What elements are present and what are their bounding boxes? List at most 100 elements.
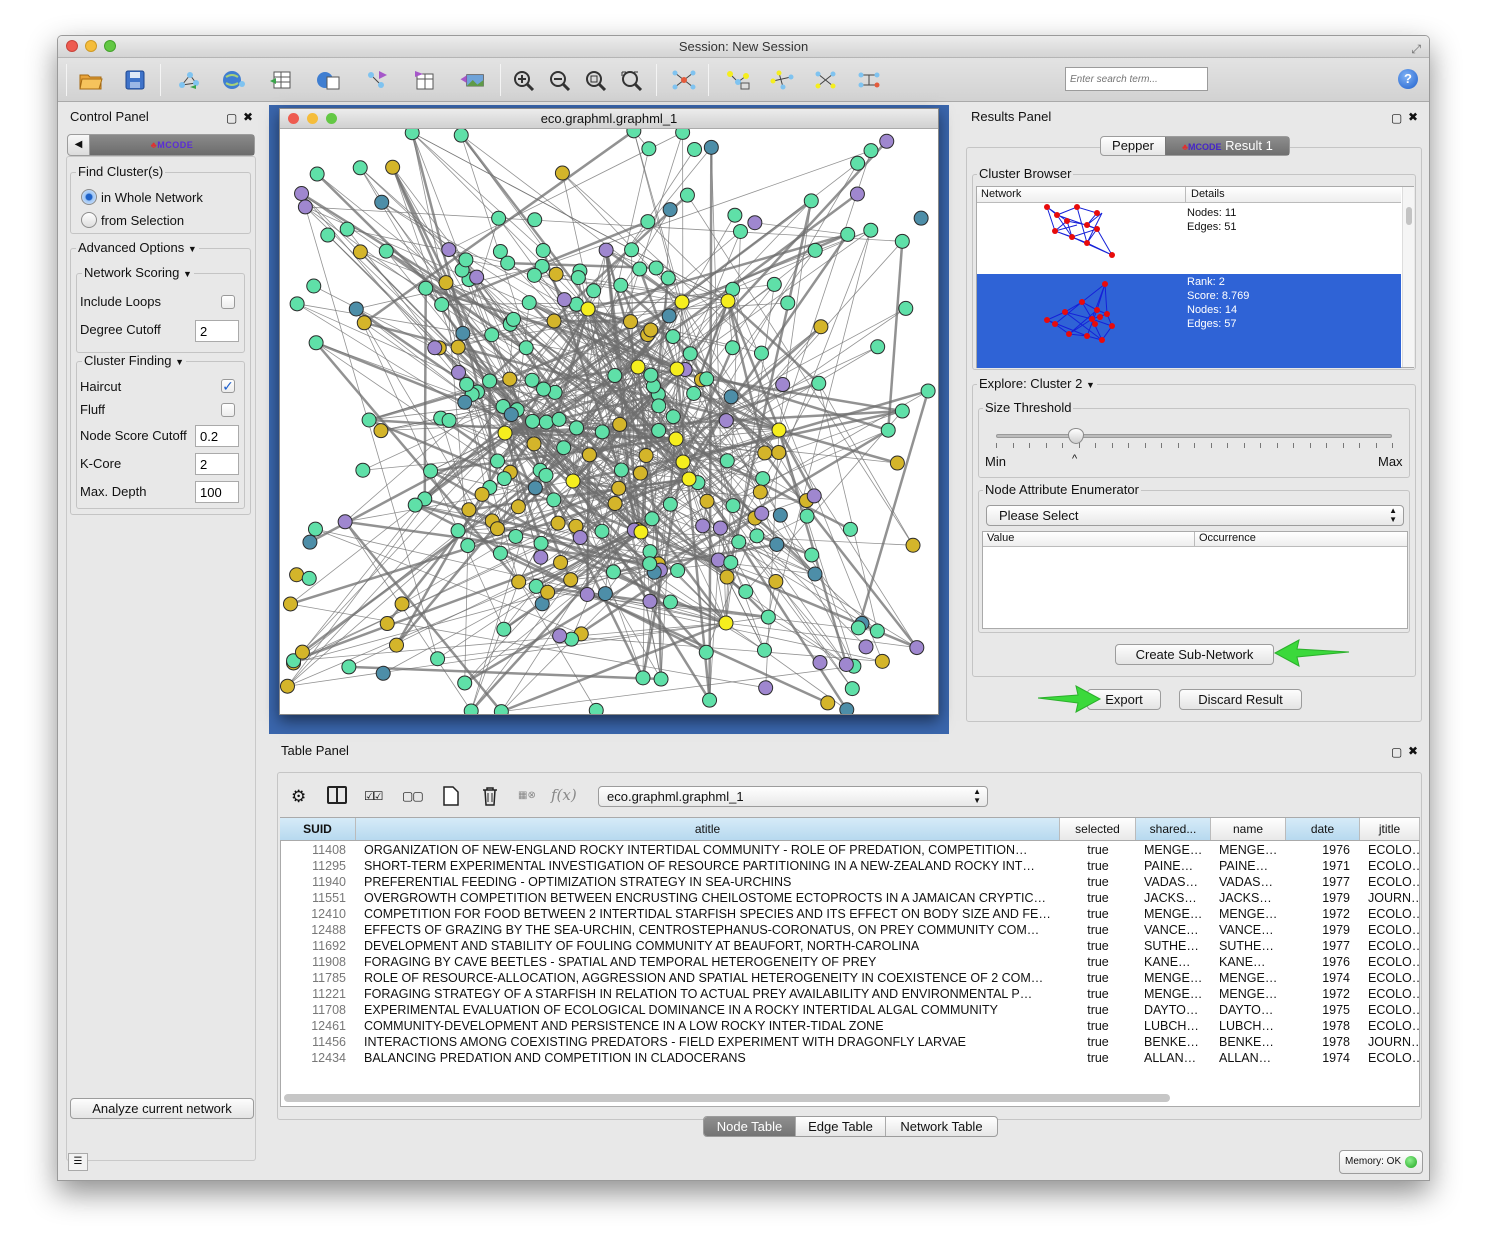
size-threshold-slider-track[interactable] <box>996 434 1392 438</box>
tab-network-table[interactable]: Network Table <box>885 1117 997 1136</box>
network-node[interactable] <box>612 416 628 432</box>
network-node[interactable] <box>533 535 549 551</box>
network-node[interactable] <box>863 143 879 159</box>
network-node[interactable] <box>806 488 822 504</box>
control-panel-float-icon[interactable]: ▢ <box>226 112 237 124</box>
network-node[interactable] <box>849 186 865 202</box>
network-node[interactable] <box>301 570 317 586</box>
network-node[interactable] <box>297 199 313 215</box>
close-window-icon[interactable] <box>66 40 78 52</box>
network-node[interactable] <box>850 620 866 636</box>
network-node[interactable] <box>695 518 711 534</box>
k-core-field[interactable] <box>195 453 239 475</box>
table-panel-float-icon[interactable]: ▢ <box>1391 746 1402 758</box>
cluster-row-2[interactable]: Rank: 2 Score: 8.769 Nodes: 14 Edges: 57 <box>977 274 1401 368</box>
results-panel-float-icon[interactable]: ▢ <box>1391 112 1402 124</box>
network-node[interactable] <box>389 637 405 653</box>
network-node[interactable] <box>630 359 646 375</box>
network-node[interactable] <box>651 422 667 438</box>
max-depth-field[interactable] <box>195 481 239 503</box>
network-node[interactable] <box>356 315 372 331</box>
network-node[interactable] <box>640 214 656 230</box>
network-node[interactable] <box>605 564 621 580</box>
network-node[interactable] <box>579 587 595 603</box>
network-node[interactable] <box>880 422 896 438</box>
column-header[interactable]: name <box>1211 818 1286 840</box>
network-node[interactable] <box>385 159 401 175</box>
network-node[interactable] <box>503 407 519 423</box>
network-node[interactable] <box>850 155 866 171</box>
in-whole-network-radio[interactable] <box>81 189 97 205</box>
network-node[interactable] <box>302 534 318 550</box>
gear-icon[interactable]: ⚙ <box>291 787 306 807</box>
memory-status-button[interactable]: Memory: OK <box>1339 1150 1423 1174</box>
table-row[interactable]: 12410 COMPETITION FOR FOOD BETWEEN 2 INTE… <box>280 906 1420 922</box>
tab-result-1[interactable]: ♣MCODE Result 1 <box>1165 137 1289 155</box>
network-node[interactable] <box>641 141 657 157</box>
network-node[interactable] <box>450 339 466 355</box>
table-horizontal-scrollbar[interactable] <box>284 1094 1170 1102</box>
network-node[interactable] <box>780 295 796 311</box>
network-canvas[interactable] <box>280 129 938 714</box>
network-node[interactable] <box>702 692 718 708</box>
network-node[interactable] <box>863 222 879 238</box>
zoom-selected-icon[interactable] <box>618 68 646 92</box>
network-node[interactable] <box>626 129 642 139</box>
network-node[interactable] <box>642 556 658 572</box>
network-node[interactable] <box>540 584 556 600</box>
table-row[interactable]: 11908 FORAGING BY CAVE BEETLES - SPATIAL … <box>280 954 1420 970</box>
show-columns-icon[interactable] <box>327 786 347 804</box>
help-icon[interactable]: ? <box>1398 69 1418 89</box>
network-node[interactable] <box>727 207 743 223</box>
network-node[interactable] <box>455 325 471 341</box>
network-node[interactable] <box>731 534 747 550</box>
select-all-icon[interactable]: ☑☑ <box>364 789 383 803</box>
network-node[interactable] <box>451 364 467 380</box>
save-session-icon[interactable] <box>121 68 149 92</box>
network-node[interactable] <box>463 703 479 714</box>
table-row[interactable]: 11456 INTERACTIONS AMONG COEXISTING PREDA… <box>280 1034 1420 1050</box>
network-node[interactable] <box>675 129 691 140</box>
network-node[interactable] <box>533 549 549 565</box>
network-node[interactable] <box>613 277 629 293</box>
network-node[interactable] <box>526 267 542 283</box>
network-node[interactable] <box>607 368 623 384</box>
cluster-browser-table[interactable]: Network Details Nodes: 11 Edges: 51 Rank… <box>976 186 1414 368</box>
delete-column-icon[interactable] <box>481 786 499 809</box>
network-node[interactable] <box>757 445 773 461</box>
network-node[interactable] <box>527 480 543 496</box>
column-header[interactable]: SUID <box>280 818 356 840</box>
control-panel-close-icon[interactable]: ✖ <box>243 111 253 123</box>
network-node[interactable] <box>469 269 485 285</box>
network-node[interactable] <box>669 361 685 377</box>
network-node[interactable] <box>572 529 588 545</box>
cluster-row-1[interactable]: Nodes: 11 Edges: 51 <box>977 203 1401 273</box>
network-node[interactable] <box>339 221 355 237</box>
network-node[interactable] <box>725 498 741 514</box>
network-node[interactable] <box>670 562 686 578</box>
results-panel-close-icon[interactable]: ✖ <box>1408 111 1418 123</box>
search-input[interactable] <box>1065 67 1208 91</box>
network-node[interactable] <box>505 311 521 327</box>
network-node[interactable] <box>294 186 310 202</box>
tab-mcode[interactable]: ♣MCODE <box>90 135 254 155</box>
network-node[interactable] <box>379 616 395 632</box>
network-node[interactable] <box>518 340 534 356</box>
node-score-cutoff-field[interactable] <box>195 425 239 447</box>
import-table-web-icon[interactable] <box>314 68 342 92</box>
network-node[interactable] <box>450 523 466 539</box>
network-node[interactable] <box>732 223 748 239</box>
network-node[interactable] <box>681 471 697 487</box>
network-node[interactable] <box>718 413 734 429</box>
network-node[interactable] <box>771 445 787 461</box>
network-node[interactable] <box>594 424 610 440</box>
network-node[interactable] <box>660 270 676 286</box>
network-node[interactable] <box>474 486 490 502</box>
network-node[interactable] <box>441 242 457 258</box>
network-node[interactable] <box>457 675 473 691</box>
table-row[interactable]: 11551 OVERGROWTH COMPETITION BETWEEN ENCR… <box>280 890 1420 906</box>
export-table-icon[interactable] <box>410 68 438 92</box>
network-node[interactable] <box>535 242 551 258</box>
network-node[interactable] <box>653 671 669 687</box>
network-node[interactable] <box>633 524 649 540</box>
